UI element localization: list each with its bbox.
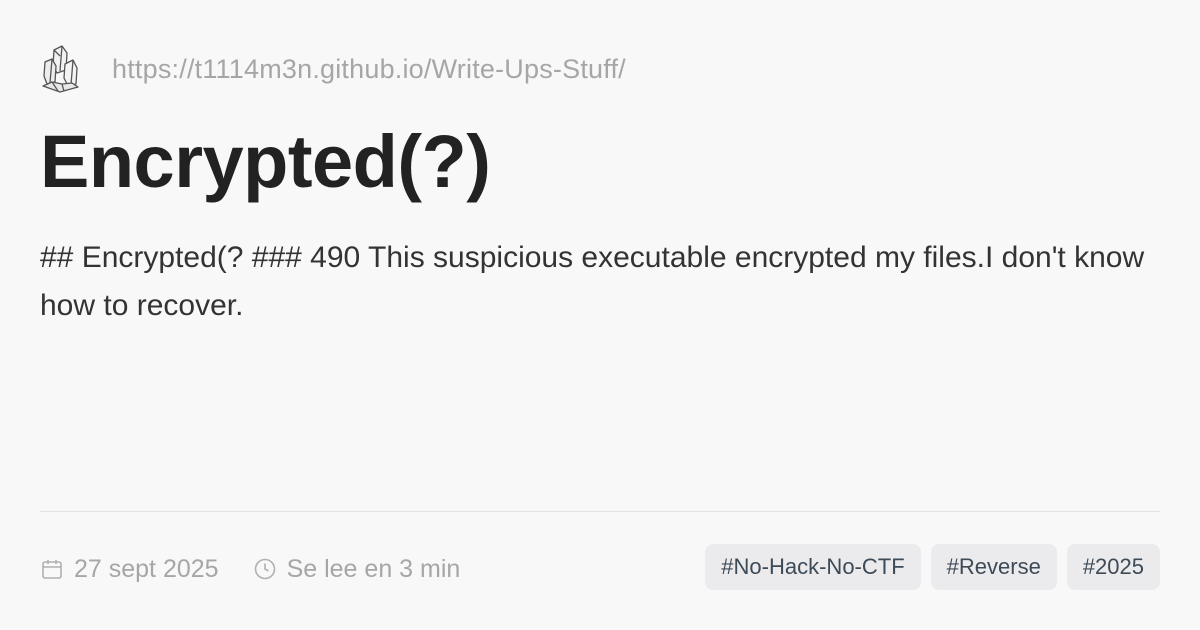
tag-2025[interactable]: #2025 [1066, 544, 1160, 590]
reading-time-text: Se lee en 3 min [286, 554, 461, 583]
reading-time: Se lee en 3 min [253, 554, 461, 584]
post-description: ## Encrypted(? ### 490 This suspicious e… [40, 241, 1145, 322]
calendar-icon [42, 560, 62, 579]
publish-date-text: 27 sept 2025 [74, 554, 219, 583]
publish-date: 27 sept 2025 [40, 555, 219, 584]
site-header: https://t1114m3n.github.io/Write-Ups-Stu… [40, 42, 626, 96]
page-title: Encrypted(?) [40, 120, 491, 203]
tag-no-hack-no-ctf[interactable]: #No-Hack-No-CTF [705, 544, 921, 590]
crystal-logo-icon[interactable] [40, 42, 94, 96]
divider [40, 511, 1160, 512]
tag-reverse[interactable]: #Reverse [930, 544, 1057, 590]
site-url-link[interactable]: https://t1114m3n.github.io/Write-Ups-Stu… [112, 54, 626, 85]
tag-list: #No-Hack-No-CTF #Reverse #2025 [705, 544, 1160, 590]
post-meta: 27 sept 2025 Se lee en 3 min [40, 548, 460, 590]
clock-icon [254, 558, 275, 580]
